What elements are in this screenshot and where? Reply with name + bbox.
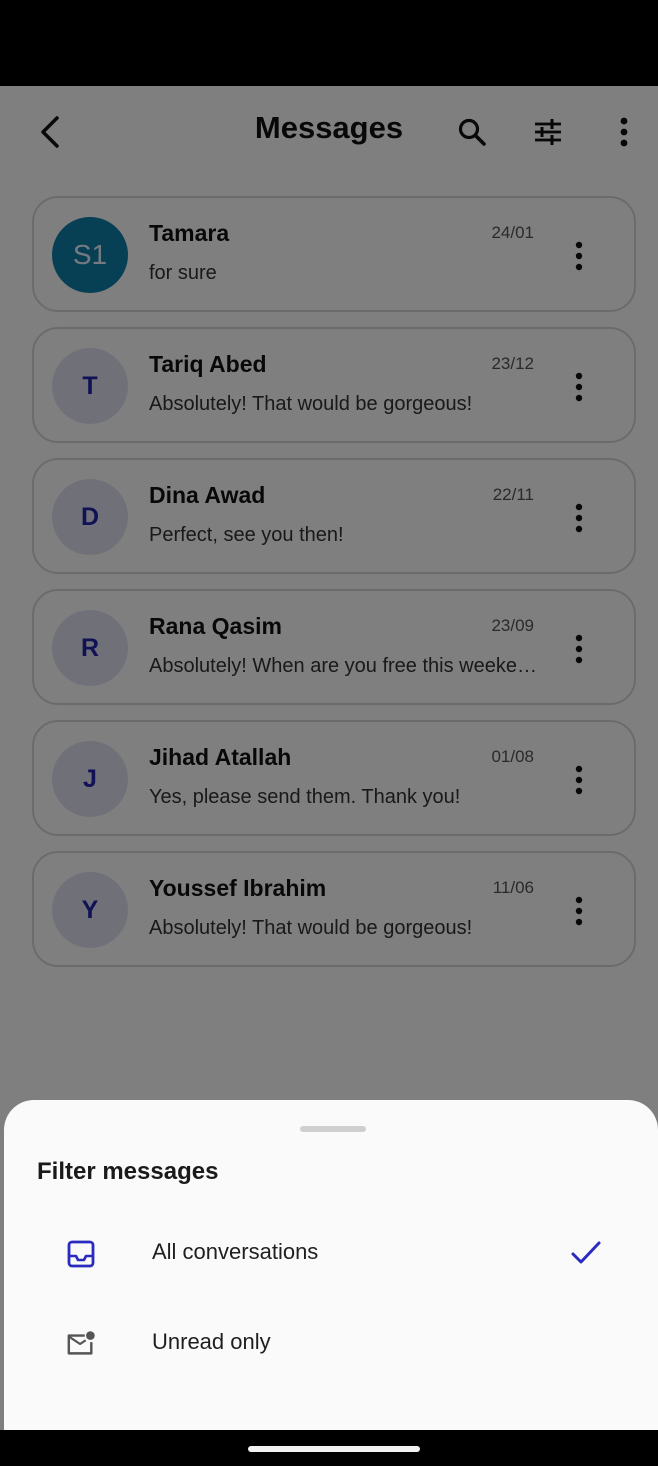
filter-option-unread-only[interactable]: Unread only [4, 1303, 658, 1383]
inbox-icon [66, 1239, 96, 1269]
home-gesture-handle[interactable] [248, 1446, 420, 1452]
filter-bottom-sheet: Filter messages All conversations Unread… [4, 1100, 658, 1430]
option-label: All conversations [152, 1239, 319, 1264]
filter-option-all-conversations[interactable]: All conversations [4, 1213, 658, 1293]
status-bar [0, 0, 658, 86]
check-icon [568, 1237, 604, 1269]
sheet-title: Filter messages [37, 1158, 219, 1185]
option-label: Unread only [152, 1329, 271, 1354]
mark-email-unread-icon [66, 1329, 96, 1359]
system-navigation-bar [0, 1430, 658, 1466]
drag-handle[interactable] [300, 1126, 366, 1132]
